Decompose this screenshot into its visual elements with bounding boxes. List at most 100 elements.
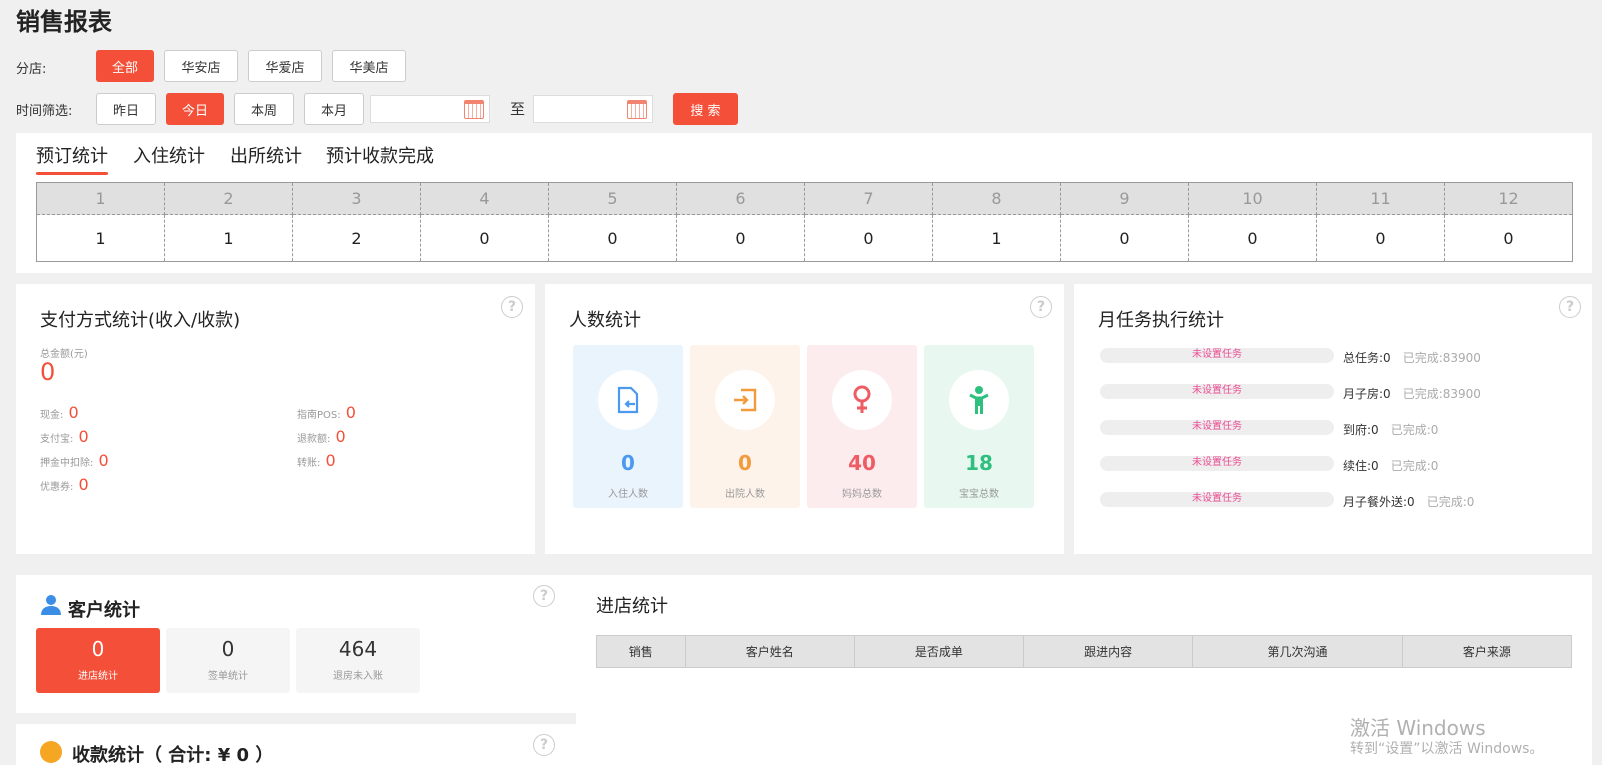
unbilled-checkout-box[interactable]: 464 退房未入账 (296, 628, 420, 693)
end-date-input[interactable] (533, 95, 653, 123)
month-value: 0 (1444, 214, 1573, 262)
branch-huamei-button[interactable]: 华美店 (332, 50, 406, 82)
pay-coupon: 优惠券: 0 (40, 475, 89, 494)
pay-alipay: 支付宝: 0 (40, 427, 89, 446)
calendar-icon[interactable] (464, 100, 484, 119)
checkin-icon (598, 370, 658, 430)
checkout-count-card: 0 出院人数 (690, 345, 800, 508)
help-icon[interactable]: ? (533, 734, 555, 756)
month-value: 0 (676, 214, 805, 262)
month-value: 1 (932, 214, 1061, 262)
month-header: 7 (804, 182, 933, 215)
page-title: 销售报表 (16, 8, 112, 36)
month-header: 3 (292, 182, 421, 215)
help-icon[interactable]: ? (533, 585, 555, 607)
month-header: 8 (932, 182, 1061, 215)
tab-checkout-stats[interactable]: 出所统计 (230, 142, 302, 168)
help-icon[interactable]: ? (1559, 296, 1581, 318)
branch-huaai-button[interactable]: 华爱店 (248, 50, 322, 82)
checkin-count-label: 入住人数 (608, 489, 648, 500)
payment-title: 支付方式统计(收入/收款) (40, 310, 241, 331)
this-week-button[interactable]: 本周 (234, 93, 294, 125)
tab-expected-payment[interactable]: 预计收款完成 (326, 142, 434, 168)
pay-deposit: 押金中扣除: 0 (40, 451, 109, 470)
store-column-header: 销售 (596, 635, 686, 668)
store-visit-title: 进店统计 (596, 596, 668, 617)
checkout-count-label: 出院人数 (725, 489, 765, 500)
mother-count-label: 妈妈总数 (842, 489, 882, 500)
branch-huaan-button[interactable]: 华安店 (164, 50, 238, 82)
store-visit-box[interactable]: 0 进店统计 (36, 628, 160, 693)
month-value: 0 (804, 214, 933, 262)
store-column-header: 客户来源 (1401, 635, 1573, 668)
yesterday-button[interactable]: 昨日 (96, 93, 156, 125)
tab-checkin-stats[interactable]: 入住统计 (133, 142, 205, 168)
month-value: 0 (548, 214, 677, 262)
store-column-header: 是否成单 (853, 635, 1025, 668)
help-icon[interactable]: ? (501, 296, 523, 318)
date-range-separator: 至 (510, 100, 526, 118)
signed-box[interactable]: 0 签单统计 (166, 628, 290, 693)
search-button[interactable]: 搜 索 (673, 93, 738, 125)
tab-booking-stats[interactable]: 预订统计 (36, 142, 108, 175)
month-header: 4 (420, 182, 549, 215)
task-row: 到府:0 已完成:0 (1343, 423, 1439, 437)
pay-cash: 现金: 0 (40, 403, 79, 422)
month-value: 0 (1316, 214, 1445, 262)
task-progress-bar: 未设置任务 (1100, 348, 1334, 363)
pay-transfer: 转账: 0 (297, 451, 336, 470)
month-value: 0 (1060, 214, 1189, 262)
female-icon (832, 370, 892, 430)
month-header: 11 (1316, 182, 1445, 215)
child-icon (949, 370, 1009, 430)
task-row: 总任务:0 已完成:83900 (1343, 351, 1481, 365)
checkin-count-value: 0 (621, 451, 635, 475)
user-icon (40, 594, 62, 620)
calendar-icon[interactable] (627, 100, 647, 119)
month-header: 9 (1060, 182, 1189, 215)
today-button[interactable]: 今日 (166, 93, 224, 125)
customer-title: 客户统计 (68, 600, 140, 621)
tasks-title: 月任务执行统计 (1098, 310, 1224, 331)
windows-activation-title: 激活 Windows (1350, 716, 1486, 740)
coin-icon (40, 741, 62, 763)
total-amount-value: 0 (40, 358, 56, 386)
mother-count-card: 40 妈妈总数 (807, 345, 917, 508)
task-progress-bar: 未设置任务 (1100, 492, 1334, 507)
checkout-count-value: 0 (738, 451, 752, 475)
task-progress-bar: 未设置任务 (1100, 456, 1334, 471)
task-progress-bar: 未设置任务 (1100, 420, 1334, 435)
store-column-header: 第几次沟通 (1192, 635, 1403, 668)
store-column-header: 客户姓名 (684, 635, 855, 668)
month-header: 1 (36, 182, 165, 215)
people-title: 人数统计 (569, 310, 641, 331)
windows-activation-text: 转到“设置”以激活 Windows。 (1350, 741, 1544, 757)
start-date-input[interactable] (370, 95, 490, 123)
month-header: 6 (676, 182, 805, 215)
task-progress-bar: 未设置任务 (1100, 384, 1334, 399)
month-value: 1 (36, 214, 165, 262)
branch-all-button[interactable]: 全部 (96, 50, 154, 82)
month-header: 10 (1188, 182, 1317, 215)
collection-panel: 收款统计（ 合计: ¥ 0 ） ? (16, 724, 576, 765)
branch-label: 分店: (16, 62, 47, 77)
time-filter-label: 时间筛选: (16, 104, 73, 119)
month-value: 2 (292, 214, 421, 262)
help-icon[interactable]: ? (1030, 296, 1052, 318)
month-value: 1 (164, 214, 293, 262)
this-month-button[interactable]: 本月 (304, 93, 364, 125)
baby-count-card: 18 宝宝总数 (924, 345, 1034, 508)
pay-pos: 指南POS: 0 (297, 403, 356, 422)
month-value: 0 (420, 214, 549, 262)
pay-refund: 退款额: 0 (297, 427, 346, 446)
month-header: 2 (164, 182, 293, 215)
task-row: 续住:0 已完成:0 (1343, 459, 1439, 473)
checkout-icon (715, 370, 775, 430)
baby-count-value: 18 (965, 451, 993, 475)
monthly-table: 1 2 3 4 5 6 7 8 9 10 11 12 112000010000 (36, 182, 1573, 262)
checkin-count-card: 0 入住人数 (573, 345, 683, 508)
collection-title: 收款统计（ 合计: ¥ 0 ） (72, 745, 274, 765)
store-column-header: 跟进内容 (1023, 635, 1194, 668)
store-visit-table: 销售 客户姓名 是否成单 跟进内容 第几次沟通 客户来源 (596, 635, 1573, 668)
month-value: 0 (1188, 214, 1317, 262)
